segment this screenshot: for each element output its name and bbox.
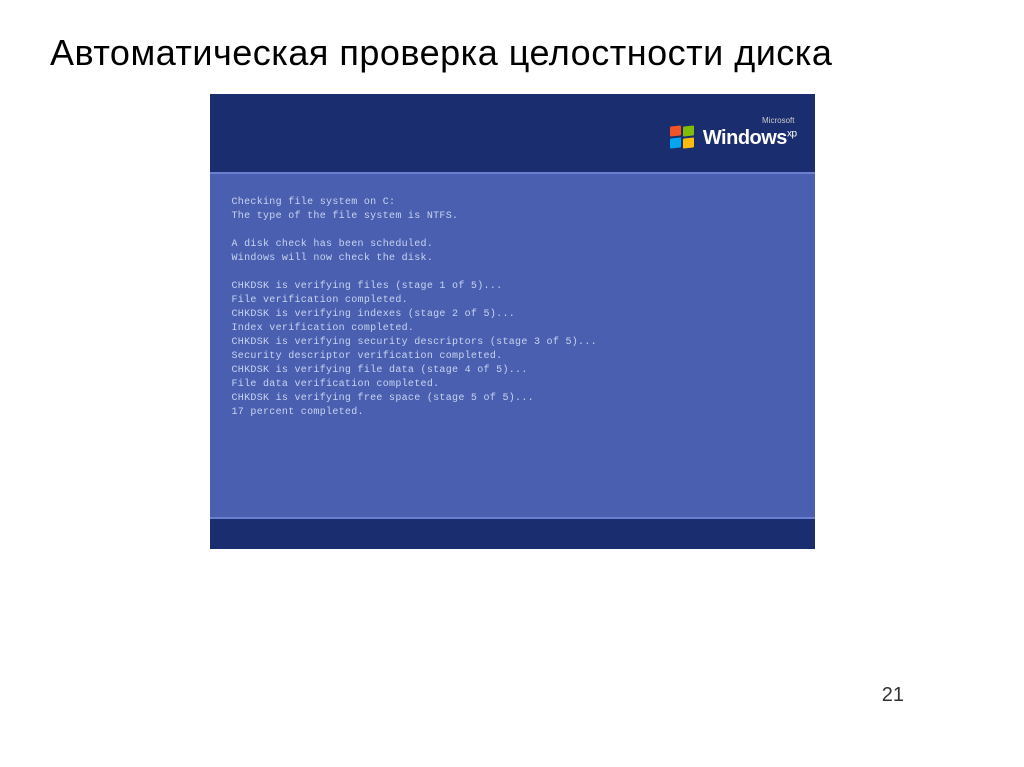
top-bar: Microsoft Windowsxp	[210, 94, 815, 174]
console-output: Checking file system on C: The type of t…	[210, 174, 815, 430]
page-number: 21	[882, 684, 904, 707]
microsoft-label: Microsoft	[762, 116, 794, 125]
chkdsk-screenshot: Microsoft Windowsxp Checking file system…	[210, 94, 815, 549]
windows-text: Windowsxp	[703, 127, 797, 150]
windows-logo: Windowsxp	[670, 126, 797, 150]
bottom-bar	[210, 517, 815, 549]
windows-flag-icon	[670, 126, 698, 150]
slide-title: Автоматическая проверка целостности диск…	[0, 0, 1024, 94]
